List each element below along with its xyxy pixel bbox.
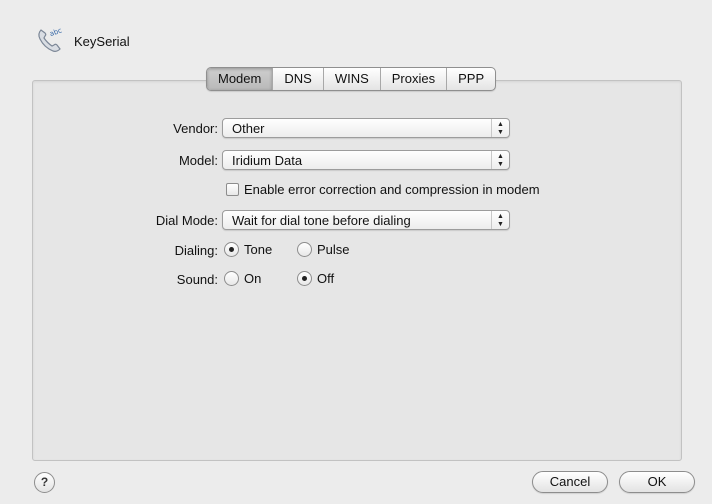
dial-mode-row: Dial Mode: Wait for dial tone before dia… <box>0 210 712 232</box>
sound-off-label: Off <box>317 271 335 286</box>
tab-modem[interactable]: Modem <box>207 68 274 90</box>
tab-proxies[interactable]: Proxies <box>381 68 448 90</box>
ok-button[interactable]: OK <box>619 471 695 493</box>
sound-row: Sound: On Off <box>0 269 712 291</box>
help-button[interactable]: ? <box>34 472 55 493</box>
vendor-row: Vendor: Other ▲ ▼ <box>0 118 712 140</box>
vendor-label: Vendor: <box>173 121 218 136</box>
model-select[interactable]: Iridium Data ▲ ▼ <box>222 150 510 170</box>
dial-mode-label: Dial Mode: <box>155 213 218 228</box>
error-correction-label: Enable error correction and compression … <box>244 182 540 197</box>
vendor-select[interactable]: Other ▲ ▼ <box>222 118 510 138</box>
tab-ppp[interactable]: PPP <box>447 68 495 90</box>
model-value: Iridium Data <box>232 153 303 168</box>
svg-text:abc: abc <box>49 26 64 38</box>
model-row: Model: Iridium Data ▲ ▼ <box>0 150 712 172</box>
sound-on-radio[interactable] <box>224 271 239 286</box>
tab-dns[interactable]: DNS <box>273 68 324 90</box>
dialing-pulse-radio[interactable] <box>297 242 312 257</box>
dialing-row: Dialing: Tone Pulse <box>0 240 712 262</box>
radio-selected-dot <box>229 247 234 252</box>
model-label: Model: <box>178 153 218 168</box>
tab-bar: Modem DNS WINS Proxies PPP <box>206 67 497 91</box>
sound-on-label: On <box>244 271 262 286</box>
cancel-button[interactable]: Cancel <box>532 471 608 493</box>
dial-mode-value: Wait for dial tone before dialing <box>232 213 411 228</box>
error-correction-checkbox[interactable] <box>226 183 239 196</box>
app-title: KeySerial <box>74 34 130 49</box>
dialing-tone-radio[interactable] <box>224 242 239 257</box>
sound-off-radio[interactable] <box>297 271 312 286</box>
phone-handset-icon: abc <box>38 26 64 52</box>
popup-arrows-icon: ▲ ▼ <box>491 119 509 137</box>
popup-arrows-icon: ▲ ▼ <box>491 151 509 169</box>
dialing-tone-label: Tone <box>244 242 273 257</box>
radio-selected-dot <box>302 276 307 281</box>
popup-arrows-icon: ▲ ▼ <box>491 211 509 229</box>
dialing-label: Dialing: <box>174 243 218 258</box>
vendor-value: Other <box>232 121 265 136</box>
sound-label: Sound: <box>176 272 218 287</box>
dial-mode-select[interactable]: Wait for dial tone before dialing ▲ ▼ <box>222 210 510 230</box>
tab-wins[interactable]: WINS <box>324 68 381 90</box>
dialing-pulse-label: Pulse <box>317 242 350 257</box>
